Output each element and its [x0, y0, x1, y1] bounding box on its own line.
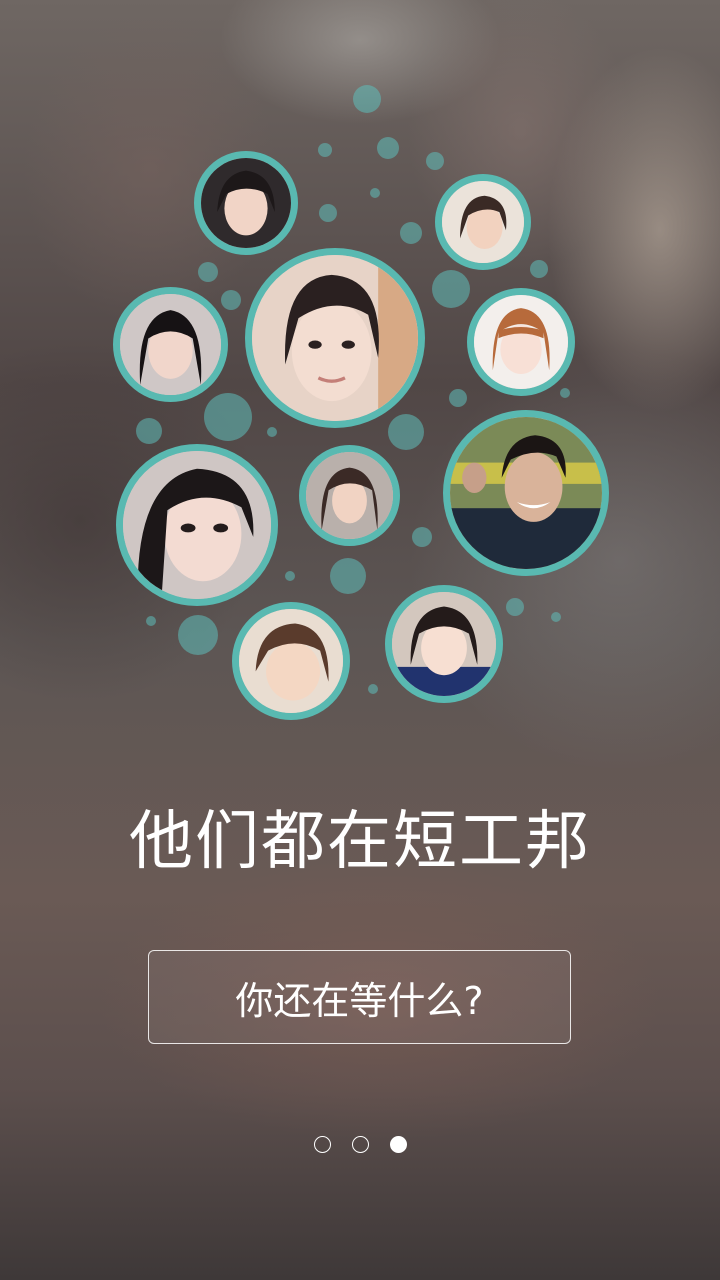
decor-dot — [426, 152, 444, 170]
portrait-image — [252, 255, 418, 421]
user-avatar — [116, 444, 278, 606]
decor-dot — [530, 260, 548, 278]
page-dot-active[interactable] — [389, 1136, 407, 1153]
user-avatar — [435, 174, 531, 270]
portrait-image — [450, 417, 602, 569]
portrait-image — [306, 452, 393, 539]
user-avatar — [385, 585, 503, 703]
decor-dot — [146, 616, 156, 626]
decor-dot — [506, 598, 524, 616]
portrait-image — [120, 294, 221, 395]
portrait-image — [201, 158, 291, 248]
decor-dot — [198, 262, 218, 282]
decor-dot — [353, 85, 381, 113]
page-dot[interactable] — [313, 1136, 331, 1153]
decor-dot — [318, 143, 332, 157]
portrait-image — [239, 609, 343, 713]
page-indicator — [0, 1136, 720, 1154]
user-avatar — [232, 602, 350, 720]
decor-dot — [377, 137, 399, 159]
headline: 他们都在短工邦 — [129, 805, 591, 879]
avatar-cluster — [0, 0, 720, 740]
user-avatar — [443, 410, 609, 576]
decor-dot — [267, 427, 277, 437]
decor-dot — [136, 418, 162, 444]
decor-dot — [551, 612, 561, 622]
user-avatar — [245, 248, 425, 428]
page-dot[interactable] — [351, 1136, 369, 1153]
decor-dot — [370, 188, 380, 198]
cta-button[interactable]: 你还在等什么? — [148, 950, 571, 1044]
decor-dot — [412, 527, 432, 547]
decor-dot — [368, 684, 378, 694]
decor-dot — [204, 393, 252, 441]
user-avatar — [467, 288, 575, 396]
decor-dot — [388, 414, 424, 450]
portrait-image — [442, 181, 524, 263]
decor-dot — [560, 388, 570, 398]
decor-dot — [319, 204, 337, 222]
decor-dot — [400, 222, 422, 244]
decor-dot — [178, 615, 218, 655]
user-avatar — [194, 151, 298, 255]
user-avatar — [299, 445, 400, 546]
portrait-image — [474, 295, 568, 389]
decor-dot — [449, 389, 467, 407]
user-avatar — [113, 287, 228, 402]
portrait-image — [123, 451, 271, 599]
decor-dot — [432, 270, 470, 308]
decor-dot — [221, 290, 241, 310]
decor-dot — [285, 571, 295, 581]
portrait-image — [392, 592, 496, 696]
decor-dot — [330, 558, 366, 594]
